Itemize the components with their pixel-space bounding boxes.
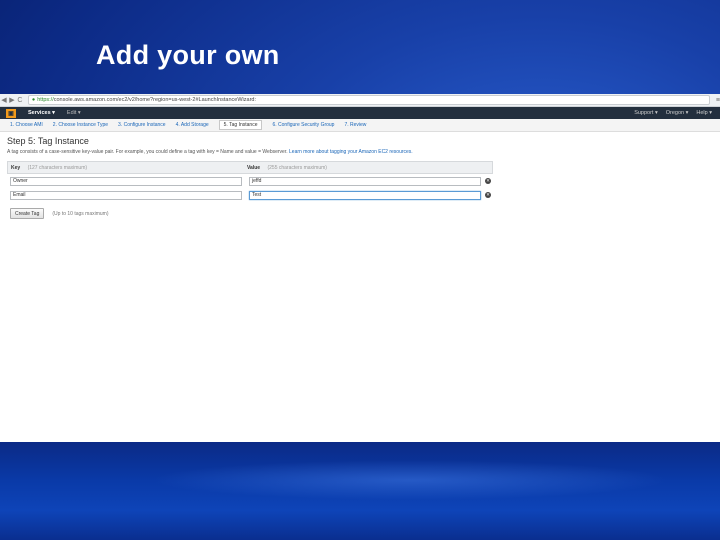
edit-menu[interactable]: Edit ▾ — [67, 110, 81, 116]
browser-menu-icon[interactable]: ≡ — [716, 97, 720, 104]
tag-actions: Create Tag (Up to 10 tags maximum) — [7, 208, 713, 219]
step-title: Step 5: Tag Instance — [7, 136, 89, 146]
tag-value-input[interactable]: jeffd — [249, 176, 481, 186]
url-scheme: https:// — [37, 97, 54, 103]
tag-row: Owner jeffd ✕ — [7, 174, 493, 188]
wizard-step[interactable]: 1. Choose AMI — [10, 122, 43, 128]
wizard-content: Step 5: Tag Instance A tag consists of a… — [0, 132, 720, 221]
wizard-step[interactable]: 2. Choose Instance Type — [53, 122, 108, 128]
tag-table-header: Key (127 characters maximum) Value (255 … — [7, 161, 493, 174]
create-tag-button[interactable]: Create Tag — [10, 208, 45, 219]
wizard-step[interactable]: 4. Add Storage — [176, 122, 209, 128]
slide-title: Add your own — [96, 40, 280, 70]
tag-key-input[interactable]: Owner — [10, 176, 242, 186]
key-column-header: Key (127 characters maximum) — [8, 165, 247, 171]
remove-tag-icon[interactable]: ✕ — [485, 178, 491, 184]
key-header-label: Key — [11, 164, 21, 171]
aws-console-header: ▣ Services ▾ Edit ▾ Support ▾ Oregon ▾ H… — [0, 107, 720, 119]
slide-footer-band — [0, 442, 720, 540]
aws-logo-icon[interactable]: ▣ — [6, 108, 16, 118]
wizard-step[interactable]: 3. Configure Instance — [118, 122, 166, 128]
wizard-steps: 1. Choose AMI 2. Choose Instance Type 3.… — [0, 119, 720, 132]
wizard-step[interactable]: 6. Configure Security Group — [272, 122, 334, 128]
region-menu[interactable]: Oregon ▾ — [666, 110, 689, 116]
reload-icon[interactable]: C — [16, 97, 24, 104]
lock-icon: ● — [31, 97, 36, 103]
url-text: console.aws.amazon.com/ec2/v2/home?regio… — [53, 97, 256, 103]
wizard-step[interactable]: 7. Review — [344, 122, 366, 128]
account-menu[interactable]: Support ▾ — [634, 110, 658, 116]
tag-table: Key (127 characters maximum) Value (255 … — [7, 161, 493, 202]
key-header-hint: (127 characters maximum) — [27, 164, 88, 171]
help-menu[interactable]: Help ▾ — [696, 110, 712, 116]
value-header-hint: (255 characters maximum) — [267, 164, 327, 171]
tag-row: Email Test ✕ — [7, 188, 493, 202]
value-header-label: Value — [247, 164, 261, 171]
tag-key-input[interactable]: Email — [10, 190, 242, 200]
learn-more-link[interactable]: Learn more about tagging your Amazon EC2… — [289, 149, 413, 155]
services-menu[interactable]: Services ▾ — [28, 110, 55, 116]
remove-tag-icon[interactable]: ✕ — [485, 192, 491, 198]
back-icon[interactable]: ◀ — [0, 96, 8, 104]
forward-icon[interactable]: ▶ — [8, 96, 16, 104]
address-bar[interactable]: ● https:// console.aws.amazon.com/ec2/v2… — [27, 95, 710, 105]
value-column-header: Value (255 characters maximum) — [247, 165, 327, 171]
tag-value-input[interactable]: Test — [249, 190, 481, 200]
browser-screenshot: ◀ ▶ C ● https:// console.aws.amazon.com/… — [0, 94, 720, 442]
tag-limit-note: (Up to 10 tags maximum) — [52, 210, 109, 217]
browser-toolbar: ◀ ▶ C ● https:// console.aws.amazon.com/… — [0, 94, 720, 107]
wizard-step-active[interactable]: 5. Tag Instance — [218, 120, 263, 130]
footer-glow — [150, 460, 670, 500]
step-description: A tag consists of a case-sensitive key-v… — [7, 149, 713, 155]
description-text: A tag consists of a case-sensitive key-v… — [7, 149, 288, 155]
